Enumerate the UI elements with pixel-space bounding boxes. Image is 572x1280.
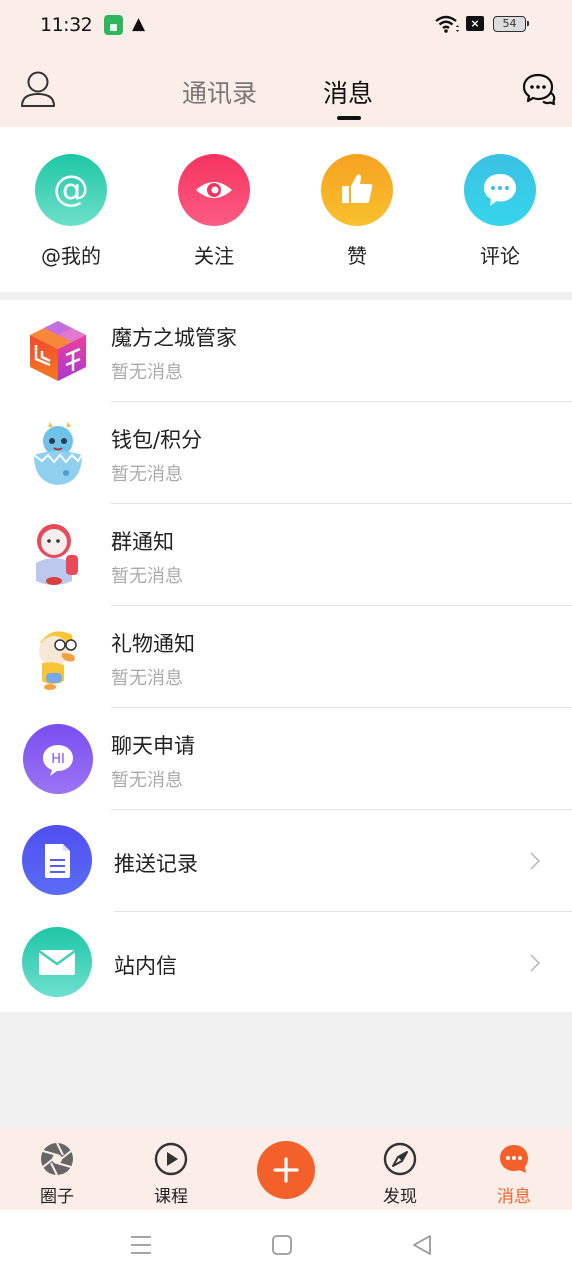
message-list: 魔方之城管家 暂无消息 钱包/积分 暂无消息 群通知 暂无消息 礼物通知 暂无消… — [0, 300, 572, 1012]
chevron-right-icon — [530, 852, 541, 870]
eye-icon — [178, 154, 250, 226]
envelope-icon — [22, 927, 92, 997]
item-subtitle: 暂无消息 — [111, 770, 183, 791]
app-notification-icon — [104, 15, 123, 35]
nav-label: 发现 — [383, 1187, 417, 1207]
duck-avatar — [39, 631, 77, 690]
item-title: 群通知 — [111, 530, 174, 554]
nav-item-courses[interactable]: 课程 — [131, 1128, 211, 1210]
item-subtitle: 暂无消息 — [111, 464, 183, 485]
item-title: 推送记录 — [114, 852, 198, 876]
quick-actions: @ @我的 关注 赞 评论 — [0, 127, 572, 292]
home-icon[interactable] — [272, 1235, 292, 1255]
list-item-group-notice[interactable]: 群通知 暂无消息 — [0, 504, 572, 606]
item-title: 钱包/积分 — [111, 428, 203, 452]
system-nav-bar — [0, 1210, 572, 1280]
play-circle-icon — [154, 1142, 188, 1176]
list-item-gift-notice[interactable]: 礼物通知 暂无消息 — [0, 606, 572, 708]
wifi-icon — [435, 15, 459, 33]
item-title: 聊天申请 — [111, 734, 195, 758]
dragon-egg-avatar — [33, 422, 83, 485]
message-dots-icon — [500, 1145, 528, 1173]
document-icon — [22, 825, 92, 895]
hi-text: HI — [51, 752, 65, 767]
quick-action-label: @我的 — [41, 244, 101, 268]
nav-item-discover[interactable]: 发现 — [360, 1128, 440, 1210]
chat-bubbles-icon[interactable] — [522, 72, 556, 106]
quick-action-at-me[interactable]: @ @我的 — [21, 127, 121, 292]
battery-icon: 54 — [493, 16, 529, 32]
list-item-cube-city-manager[interactable]: 魔方之城管家 暂无消息 — [0, 300, 572, 402]
warning-icon: ▲ — [132, 14, 146, 34]
list-item-chat-request[interactable]: HI 聊天申请 暂无消息 — [0, 708, 572, 810]
item-subtitle: 暂无消息 — [111, 362, 183, 383]
list-item-inbox[interactable]: 站内信 — [0, 912, 572, 1014]
item-title: 魔方之城管家 — [111, 326, 237, 350]
item-subtitle: 暂无消息 — [111, 668, 183, 689]
list-item-push-records[interactable]: 推送记录 — [0, 810, 572, 912]
rubik-cube-avatar — [30, 321, 86, 381]
tab-contacts[interactable]: 通讯录 — [182, 74, 257, 110]
item-title: 站内信 — [114, 954, 177, 978]
nav-item-circle[interactable]: 圈子 — [17, 1128, 97, 1210]
astronaut-avatar — [36, 524, 78, 585]
item-subtitle: 暂无消息 — [111, 566, 183, 587]
nav-label: 消息 — [497, 1187, 531, 1207]
aperture-icon — [41, 1142, 73, 1176]
header: 11:32 ▲ × 54 通讯录 消息 — [0, 0, 572, 127]
quick-action-label: 赞 — [347, 244, 367, 268]
list-item-wallet-points[interactable]: 钱包/积分 暂无消息 — [0, 402, 572, 504]
comment-icon — [464, 154, 536, 226]
bottom-nav: 圈子 课程 发现 消息 — [0, 1128, 572, 1210]
quick-action-like[interactable]: 赞 — [307, 127, 407, 292]
nav-item-messages[interactable]: 消息 — [474, 1128, 554, 1210]
menu-icon[interactable] — [130, 1235, 152, 1255]
thumbs-up-icon — [321, 154, 393, 226]
svg-text:@: @ — [53, 169, 89, 210]
sim-icon: × — [466, 16, 484, 31]
status-time: 11:32 — [40, 14, 93, 36]
back-icon[interactable] — [411, 1234, 433, 1256]
hi-bubble-avatar: HI — [23, 724, 93, 794]
nav-label: 课程 — [154, 1187, 188, 1207]
quick-action-comment[interactable]: 评论 — [450, 127, 550, 292]
plus-icon — [273, 1157, 299, 1183]
at-icon: @ — [35, 154, 107, 226]
active-tab-indicator — [337, 116, 361, 120]
tab-messages[interactable]: 消息 — [323, 74, 373, 110]
profile-icon[interactable] — [20, 70, 56, 108]
quick-action-follow[interactable]: 关注 — [164, 127, 264, 292]
nav-label: 圈子 — [40, 1187, 74, 1207]
add-button[interactable] — [257, 1141, 315, 1199]
item-title: 礼物通知 — [111, 632, 195, 656]
quick-action-label: 评论 — [480, 244, 520, 268]
quick-action-label: 关注 — [194, 244, 234, 268]
chevron-right-icon — [530, 954, 541, 972]
compass-icon — [383, 1142, 417, 1176]
